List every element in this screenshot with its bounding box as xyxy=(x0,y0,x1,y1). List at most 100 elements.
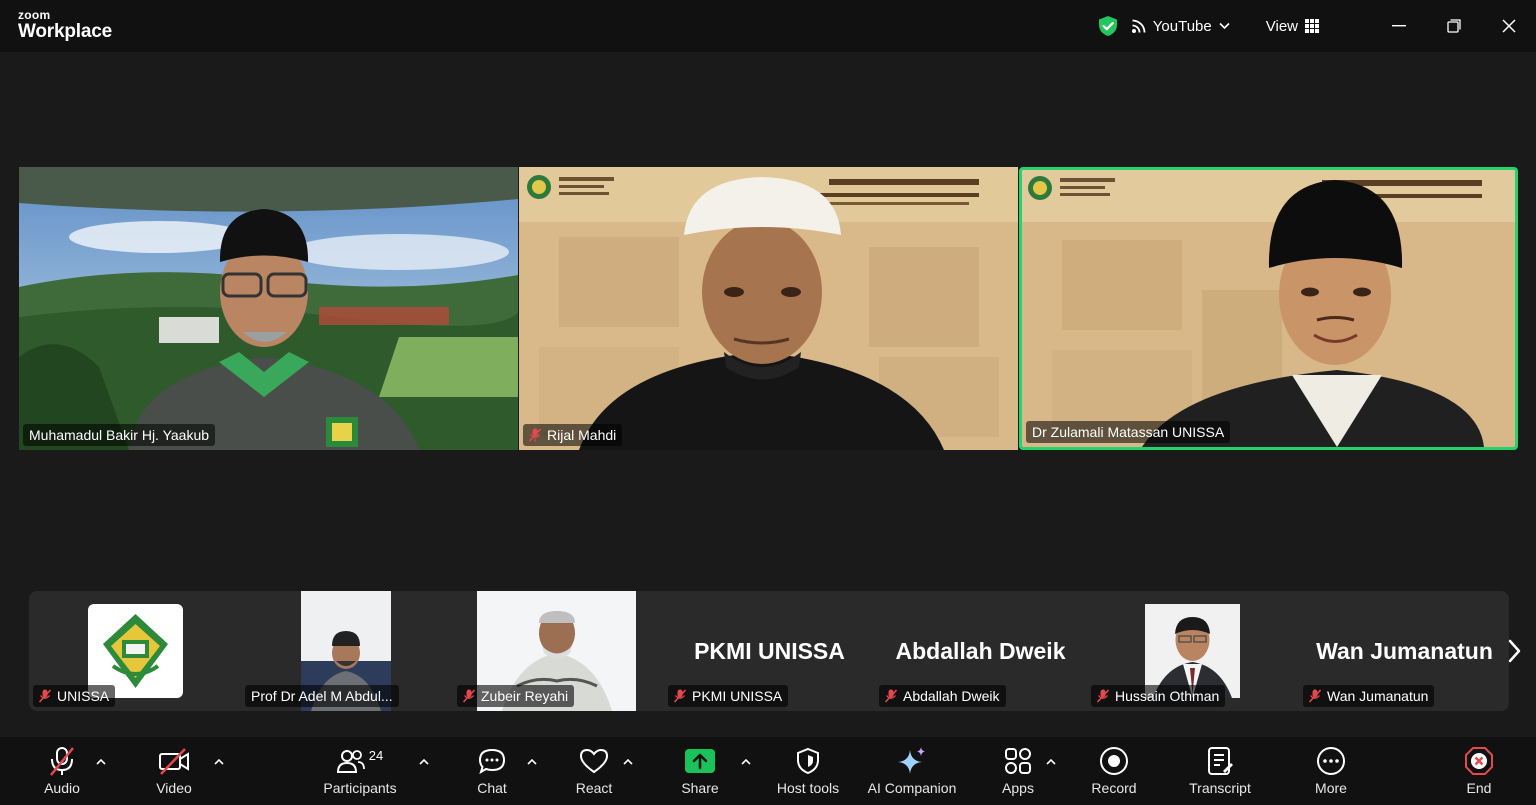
filmstrip-tile[interactable]: Wan Jumanatun Wan Jumanatun xyxy=(1299,591,1509,711)
more-icon xyxy=(1317,747,1345,775)
apps-label: Apps xyxy=(1002,780,1034,796)
sparkle-icon xyxy=(898,747,925,774)
chat-icon xyxy=(478,748,506,775)
heart-icon xyxy=(579,748,609,774)
participant-name-tag: PKMI UNISSA xyxy=(668,685,789,707)
meeting-toolbar: Audio Video 24 Participants Chat React S… xyxy=(0,737,1536,805)
participants-icon xyxy=(336,750,365,773)
filmstrip-tile[interactable]: Hussain Othman xyxy=(1087,591,1298,711)
video-tile[interactable]: Muhamadul Bakir Hj. Yaakub xyxy=(19,167,518,450)
chevron-right-icon[interactable] xyxy=(1505,636,1525,666)
video-tile-active-speaker[interactable]: Dr Zulamali Matassan UNISSA xyxy=(1019,167,1518,450)
mic-muted-icon xyxy=(39,689,51,703)
video-gallery: Muhamadul Bakir Hj. Yaakub Rijal Mahdi D… xyxy=(19,167,1519,450)
audio-label: Audio xyxy=(44,780,80,796)
logo-small-text: zoom xyxy=(18,8,51,22)
record-button[interactable]: Record xyxy=(1088,737,1140,805)
view-button[interactable]: View xyxy=(1266,18,1319,35)
filmstrip-tile[interactable]: Zubeir Reyahi xyxy=(453,591,664,711)
react-button[interactable]: React xyxy=(572,737,616,805)
video-label: Video xyxy=(156,780,192,796)
apps-button[interactable]: Apps xyxy=(996,737,1040,805)
chat-label: Chat xyxy=(477,780,507,796)
transcript-button[interactable]: Transcript xyxy=(1184,737,1256,805)
participant-name-tag: Abdallah Dweik xyxy=(879,685,1006,707)
filmstrip-tile[interactable]: Abdallah Dweik Abdallah Dweik xyxy=(875,591,1086,711)
mic-muted-icon xyxy=(1309,689,1321,703)
mic-muted-icon xyxy=(50,747,74,776)
restore-icon xyxy=(1446,19,1461,33)
participant-name: Rijal Mahdi xyxy=(547,427,617,443)
chevron-up-icon[interactable] xyxy=(1045,757,1057,767)
participant-name-tag: Muhamadul Bakir Hj. Yaakub xyxy=(23,424,216,446)
host-tools-button[interactable]: Host tools xyxy=(770,737,846,805)
zoom-workplace-logo: zoom Workplace xyxy=(18,9,112,41)
participant-name: PKMI UNISSA xyxy=(692,688,783,704)
end-call-icon xyxy=(1465,747,1493,775)
transcript-icon xyxy=(1208,747,1233,775)
unissa-logo xyxy=(88,604,183,698)
participant-video xyxy=(1022,170,1515,447)
ai-companion-button[interactable]: AI Companion xyxy=(862,737,962,805)
chevron-up-icon[interactable] xyxy=(418,757,430,767)
broadcast-icon xyxy=(1131,19,1146,33)
more-button[interactable]: More xyxy=(1308,737,1354,805)
participant-video xyxy=(19,167,518,450)
mic-muted-icon xyxy=(1097,689,1109,703)
youtube-stream-button[interactable]: YouTube xyxy=(1131,18,1236,35)
chevron-up-icon[interactable] xyxy=(622,757,634,767)
logo-big-text: Workplace xyxy=(18,21,112,42)
mic-muted-icon xyxy=(463,689,475,703)
mic-muted-icon xyxy=(674,689,686,703)
video-button[interactable]: Video xyxy=(152,737,196,805)
participants-button[interactable]: 24 Participants xyxy=(318,737,402,805)
record-icon xyxy=(1100,747,1128,775)
end-meeting-button[interactable]: End xyxy=(1458,737,1500,805)
filmstrip-tile[interactable]: PKMI UNISSA PKMI UNISSA xyxy=(664,591,875,711)
chevron-up-icon[interactable] xyxy=(213,757,225,767)
participant-display-name: Abdallah Dweik xyxy=(895,638,1066,664)
participant-name: Muhamadul Bakir Hj. Yaakub xyxy=(29,427,210,443)
grid-icon xyxy=(1305,19,1319,33)
chevron-up-icon[interactable] xyxy=(526,757,538,767)
audio-button[interactable]: Audio xyxy=(40,737,84,805)
more-label: More xyxy=(1315,780,1347,796)
participant-photo xyxy=(1145,604,1240,698)
mic-muted-icon xyxy=(885,689,897,703)
participant-name: Abdallah Dweik xyxy=(903,688,1000,704)
participant-name-tag: Wan Jumanatun xyxy=(1303,685,1435,707)
minimize-button[interactable] xyxy=(1371,0,1426,52)
participant-filmstrip: UNISSA Prof Dr Adel M Abdul... Zubeir Re… xyxy=(29,591,1509,711)
participant-display-name: PKMI UNISSA xyxy=(694,638,845,664)
share-button[interactable]: Share xyxy=(678,737,722,805)
react-label: React xyxy=(575,780,613,796)
ai-companion-label: AI Companion xyxy=(867,780,957,796)
video-off-icon xyxy=(159,748,189,775)
filmstrip-tile[interactable]: UNISSA xyxy=(29,591,240,711)
participant-name-tag: Rijal Mahdi xyxy=(523,424,623,446)
chevron-up-icon[interactable] xyxy=(95,757,107,767)
host-tools-label: Host tools xyxy=(776,780,840,796)
restore-button[interactable] xyxy=(1426,0,1481,52)
mic-muted-icon xyxy=(529,428,541,442)
participant-name: Zubeir Reyahi xyxy=(481,688,569,704)
participant-name: Wan Jumanatun xyxy=(1327,688,1429,704)
close-icon xyxy=(1501,19,1516,33)
chevron-down-icon xyxy=(1219,22,1230,30)
participant-name: UNISSA xyxy=(57,688,110,704)
participant-name-tag: Prof Dr Adel M Abdul... xyxy=(245,685,399,707)
filmstrip-tile[interactable]: Prof Dr Adel M Abdul... xyxy=(241,591,452,711)
end-label: End xyxy=(1466,780,1492,796)
close-window-button[interactable] xyxy=(1481,0,1536,52)
chat-button[interactable]: Chat xyxy=(470,737,514,805)
participant-name-tag: Dr Zulamali Matassan UNISSA xyxy=(1026,421,1231,443)
minimize-icon xyxy=(1391,25,1406,27)
chevron-up-icon[interactable] xyxy=(740,757,752,767)
share-screen-icon xyxy=(685,749,715,773)
shield-check-icon[interactable] xyxy=(1097,15,1119,37)
share-label: Share xyxy=(681,780,719,796)
video-tile[interactable]: Rijal Mahdi xyxy=(519,167,1018,450)
participant-name-tag: Hussain Othman xyxy=(1091,685,1226,707)
title-bar: zoom Workplace YouTube View xyxy=(0,0,1536,52)
apps-icon xyxy=(1005,748,1031,774)
